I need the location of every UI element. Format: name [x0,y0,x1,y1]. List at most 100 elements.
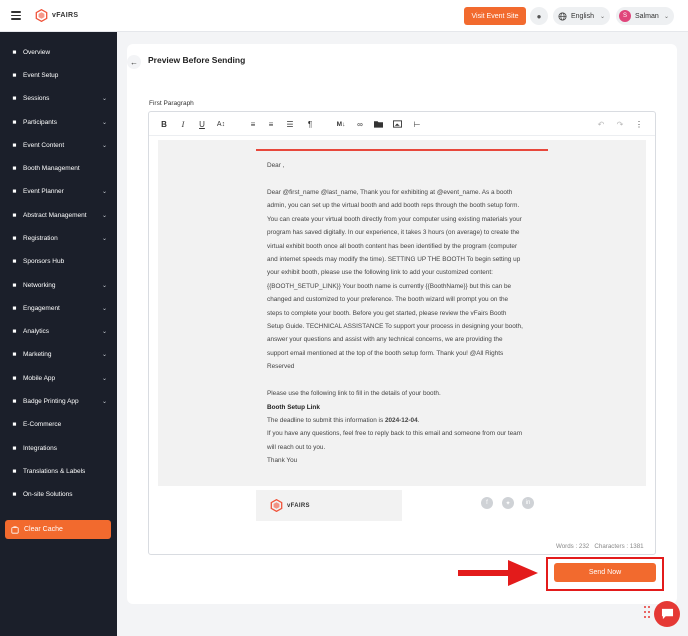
email-fill-details: Please use the following link to fill in… [267,390,441,397]
chevron-down-icon: ⌄ [101,375,107,382]
booth-setup-link[interactable]: Booth Setup Link [267,401,539,414]
sidebar-item-sessions[interactable]: ■ Sessions ⌄ [0,88,117,108]
align-center-icon[interactable]: ≡ [265,118,277,130]
email-body-line: {{BOOTH_SETUP_LINK}} Your booth name is … [267,282,512,290]
visit-event-site-button[interactable]: Visit Event Site [464,7,526,25]
editor-counts: Words : 232 Characters : 1381 [556,543,644,550]
vfairs-logo-icon [35,9,48,22]
clear-cache-button[interactable]: Clear Cache [5,520,111,539]
email-questions-line-1: If you have any questions, feel free to … [267,430,523,437]
sidebar-item-label: Engagement [23,304,60,312]
user-name: Salman [635,12,659,20]
clear-cache-label: Clear Cache [24,526,63,533]
email-body-line: support email mentioned at the top of th… [267,349,504,357]
brand-logo[interactable]: vFAIRS [35,9,78,22]
user-plus-icon: ■ [12,234,17,242]
paragraph-icon[interactable]: ¶ [304,118,316,130]
language-label: English [571,12,594,20]
table-icon[interactable]: ⊢ [411,118,423,130]
email-body-line: You can create your virtual booth direct… [267,215,522,223]
underline-icon[interactable]: U [196,118,208,130]
chevron-down-icon: ⌄ [599,13,605,20]
sidebar-item-label: Event Planner [23,187,64,195]
flag-icon: ■ [12,304,17,312]
email-accent-bar [256,149,548,151]
sidebar-item-label: Analytics [23,327,50,335]
chevron-down-icon: ⌄ [101,212,107,219]
chevron-down-icon: ⌄ [101,188,107,195]
sidebar-item-mobile-app[interactable]: ■ Mobile App ⌄ [0,368,117,388]
chevron-down-icon: ⌄ [101,235,107,242]
sidebar-item-participants[interactable]: ■ Participants ⌄ [0,112,117,132]
email-body-line: and internet speeds may modify the time)… [267,256,521,263]
refresh-icon [11,525,19,534]
sidebar-item-label: Abstract Management [23,211,87,219]
sidebar-item-label: Networking [23,281,56,289]
sidebar-item-overview[interactable]: ■ Overview [0,42,117,62]
sidebar-item-networking[interactable]: ■ Networking ⌄ [0,275,117,295]
markdown-icon[interactable]: M↓ [335,118,347,130]
editor-toolbar: B I U A↕ ≡ ≡ ☰ ¶ M↓ ∞ ⊢ ↶ ↷ ⋮ [149,112,655,136]
link-icon[interactable]: ∞ [354,118,366,130]
sidebar-item-label: Sessions [23,94,50,102]
chevron-down-icon: ⌄ [101,351,107,358]
align-left-icon[interactable]: ≡ [247,118,259,130]
sidebar-item-label: Badge Printing App [23,397,79,405]
sidebar-item-event-setup[interactable]: ■ Event Setup [0,65,117,85]
sidebar-item-registration[interactable]: ■ Registration ⌄ [0,228,117,248]
language-selector[interactable]: English ⌄ [553,7,610,25]
chevron-down-icon: ⌄ [101,95,107,102]
sidebar-item-abstract-management[interactable]: ■ Abstract Management ⌄ [0,205,117,225]
sidebar-item-e-commerce[interactable]: ■ E-Commerce [0,414,117,434]
sidebar-item-event-planner[interactable]: ■ Event Planner ⌄ [0,181,117,201]
sun-icon: ■ [12,490,17,498]
font-size-icon[interactable]: A↕ [215,118,227,130]
list-icon[interactable]: ☰ [284,118,296,130]
sidebar-item-booth-management[interactable]: ■ Booth Management [0,158,117,178]
lightbulb-icon[interactable]: ● [530,7,548,25]
sidebar-item-sponsors-hub[interactable]: ■ Sponsors Hub [0,251,117,271]
booth-icon: ■ [12,164,17,172]
sidebar-item-engagement[interactable]: ■ Engagement ⌄ [0,298,117,318]
folder-icon[interactable] [372,118,384,130]
chevron-down-icon: ⌄ [101,328,107,335]
send-now-button[interactable]: Send Now [554,563,656,582]
back-arrow-icon[interactable]: ← [127,55,141,69]
translate-icon: ■ [12,467,17,475]
chevron-down-icon: ⌄ [101,398,107,405]
hamburger-menu-icon[interactable] [11,11,21,20]
email-body-line: virtual exhibit booth once all booth con… [267,242,518,250]
cart-icon: ■ [12,420,17,428]
user-menu[interactable]: S Salman ⌄ [616,7,674,25]
sidebar-item-badge-printing-app[interactable]: ■ Badge Printing App ⌄ [0,391,117,411]
gauge-icon: ■ [12,48,17,56]
users-icon: ■ [12,118,17,126]
sidebar-item-event-content[interactable]: ■ Event Content ⌄ [0,135,117,155]
word-count: Words : 232 [556,543,590,550]
bold-icon[interactable]: B [158,118,170,130]
sidebar-item-analytics[interactable]: ■ Analytics ⌄ [0,321,117,341]
sidebar-item-translations-labels[interactable]: ■ Translations & Labels [0,461,117,481]
linkedin-icon[interactable]: in [522,497,534,509]
more-options-icon[interactable]: ⋮ [633,118,645,130]
red-arrow-icon [458,560,538,586]
chevron-down-icon: ⌄ [101,142,107,149]
sidebar-item-label: Overview [23,48,51,56]
sidebar-item-marketing[interactable]: ■ Marketing ⌄ [0,344,117,364]
redo-icon[interactable]: ↷ [614,118,626,130]
sidebar-item-on-site-solutions[interactable]: ■ On-site Solutions [0,484,117,504]
undo-icon[interactable]: ↶ [595,118,607,130]
grid-icon: ■ [12,94,17,102]
sidebar-item-label: Booth Management [23,164,80,172]
abstract-icon: ■ [12,211,17,219]
deadline-prefix: The deadline to submit this information … [267,417,385,424]
email-body-line: steps to complete your booth. Before you… [267,309,507,317]
facebook-icon[interactable]: f [481,497,493,509]
chat-bubble-icon[interactable] [654,601,680,627]
italic-icon[interactable]: I [177,118,189,130]
sidebar-item-integrations[interactable]: ■ Integrations [0,438,117,458]
twitter-icon[interactable]: ✦ [502,497,514,509]
drag-handle-icon[interactable] [644,606,650,620]
image-icon[interactable] [391,118,403,130]
footer-brand-name: vFAIRS [287,502,310,509]
